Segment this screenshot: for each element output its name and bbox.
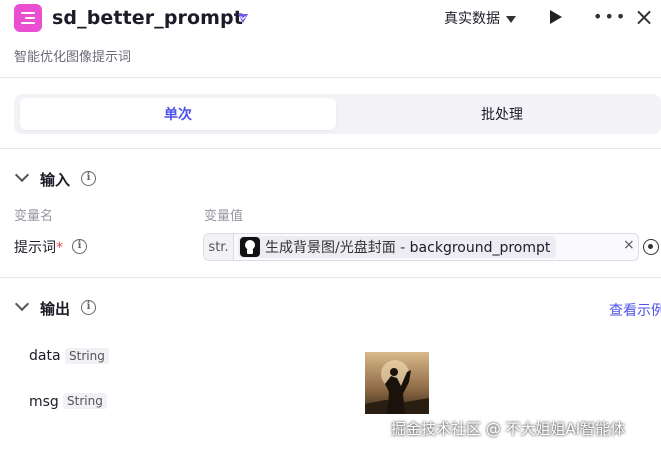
- ref-node-name: 生成背景图/光盘封面: [265, 240, 396, 256]
- header-divider: [0, 77, 661, 78]
- param-name: 提示词: [14, 240, 56, 256]
- view-example-link[interactable]: 查看示例: [609, 300, 661, 320]
- variable-reference-chip[interactable]: 生成背景图/光盘封面 - background_prompt: [238, 236, 557, 258]
- close-icon[interactable]: ×: [634, 3, 654, 31]
- data-source-label: 真实数据: [444, 11, 500, 27]
- prompt-value-field[interactable]: str. 生成背景图/光盘封面 - background_prompt: [203, 233, 639, 261]
- input-section-title: 输入: [40, 171, 71, 189]
- app-icon: [14, 4, 42, 32]
- ref-variable-name: background_prompt: [409, 240, 551, 256]
- param-prompt-label: 提示词*: [14, 237, 63, 257]
- type-tag: str.: [204, 234, 234, 260]
- input-collapse-chevron-icon[interactable]: [14, 167, 30, 183]
- reference-text: 生成背景图/光盘封面 - background_prompt: [265, 237, 550, 257]
- run-button[interactable]: [550, 10, 562, 24]
- tab-batch[interactable]: 批处理: [344, 98, 660, 130]
- bot-avatar-icon: [240, 237, 260, 257]
- data-source-select[interactable]: 真实数据: [444, 8, 516, 28]
- output-field-name: msg: [29, 394, 59, 410]
- verified-badge-icon: [238, 14, 248, 23]
- info-icon[interactable]: i: [81, 171, 96, 186]
- output-section-title: 输出: [40, 300, 71, 318]
- target-icon[interactable]: [643, 239, 659, 255]
- tabs-divider: [0, 148, 661, 149]
- clear-reference-button[interactable]: ×: [623, 237, 635, 253]
- required-mark: *: [56, 240, 63, 256]
- info-icon[interactable]: i: [81, 300, 96, 315]
- output-collapse-chevron-icon[interactable]: [14, 296, 30, 312]
- output-field-name: data: [29, 348, 61, 364]
- input-divider: [0, 277, 661, 278]
- app-description: 智能优化图像提示词: [14, 50, 132, 65]
- output-thumbnail-image: [365, 352, 429, 414]
- col-header-value: 变量值: [204, 209, 244, 224]
- info-icon[interactable]: i: [72, 239, 87, 254]
- ref-separator: -: [395, 240, 410, 256]
- more-icon[interactable]: •••: [593, 9, 627, 25]
- run-mode-tabs: 单次 批处理: [14, 94, 661, 134]
- app-title: sd_better_prompt: [52, 7, 243, 29]
- tab-single[interactable]: 单次: [20, 98, 336, 130]
- output-field-type: String: [65, 348, 109, 364]
- output-field-type: String: [63, 393, 107, 409]
- caret-down-icon: [506, 15, 516, 23]
- watermark-text: 掘金技术社区 @ 不大姐姐AI智能体: [391, 420, 626, 438]
- col-header-name: 变量名: [14, 209, 54, 224]
